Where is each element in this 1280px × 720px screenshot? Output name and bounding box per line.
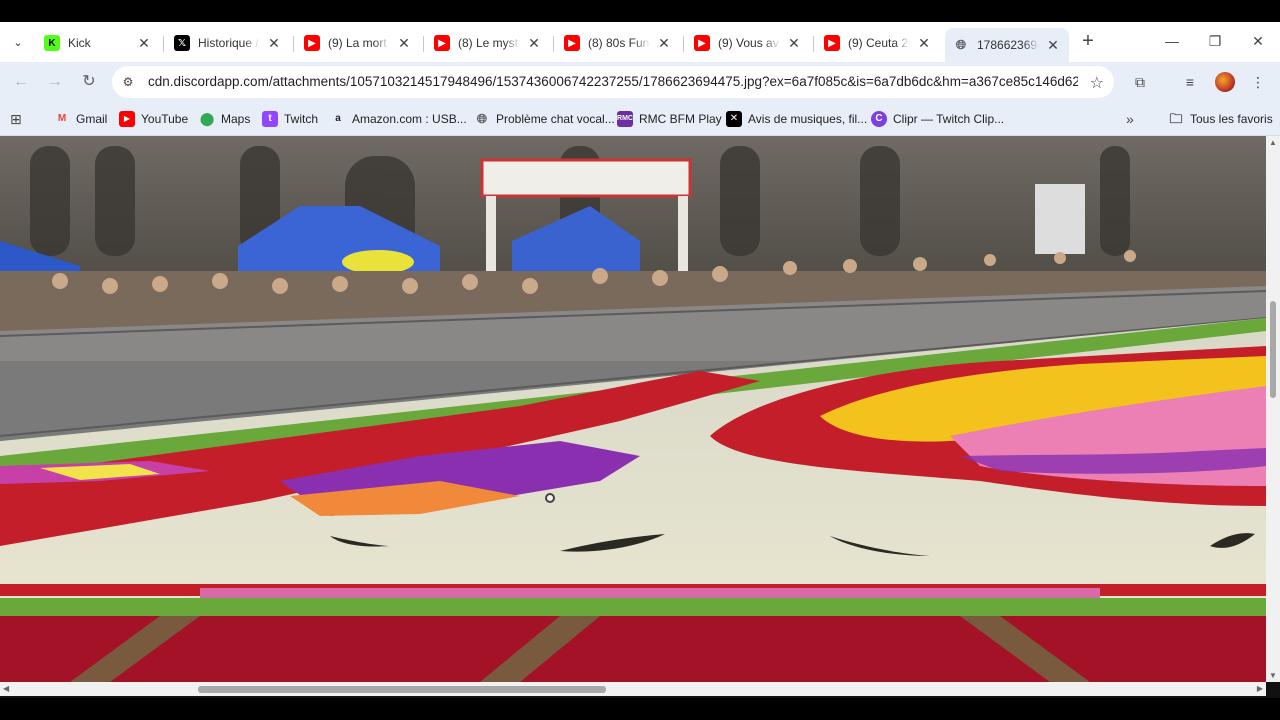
tab-youtube-1[interactable]: ▶ (9) La mort d ✕ bbox=[296, 28, 420, 58]
youtube-icon: ▶ bbox=[304, 35, 320, 51]
tab-youtube-5[interactable]: ▶ (9) Ceuta 20 ✕ bbox=[816, 28, 940, 58]
tab-title: 178662369447 bbox=[977, 38, 1039, 52]
bookmark-probleme-chat[interactable]: 🌐︎ Problème chat vocal... bbox=[474, 109, 615, 129]
globe-icon: 🌐︎ bbox=[476, 111, 488, 126]
tab-strip: ⌄ K Kick ✕ 𝕏 Historique / ✕ ▶ (9) La mor… bbox=[0, 22, 1280, 62]
tab-search-icon[interactable]: ⌄ bbox=[6, 30, 30, 54]
all-bookmarks-label: Tous les favoris bbox=[1190, 112, 1273, 126]
globe-icon: 🌐︎ bbox=[955, 37, 967, 52]
more-bookmarks-icon[interactable]: » bbox=[1126, 109, 1134, 129]
bookmark-label: Avis de musiques, fil... bbox=[748, 112, 868, 126]
flower-carpet-photo[interactable] bbox=[0, 136, 1266, 682]
bookmark-label: RMC BFM Play bbox=[639, 112, 722, 126]
close-icon[interactable]: ✕ bbox=[136, 35, 152, 51]
site-settings-icon[interactable]: ⚙ bbox=[120, 74, 136, 90]
amazon-icon: a bbox=[335, 113, 341, 124]
youtube-icon: ▶ bbox=[694, 35, 710, 51]
tab-title: (9) La mort d bbox=[328, 36, 390, 50]
profile-avatar[interactable] bbox=[1215, 72, 1235, 92]
bookmark-label: Twitch bbox=[284, 112, 319, 126]
address-bar[interactable]: ⚙ cdn.discordapp.com/attachments/1057103… bbox=[112, 66, 1114, 98]
youtube-icon: ▶ bbox=[119, 111, 135, 127]
extensions-icon[interactable]: ⧉ bbox=[1128, 70, 1152, 94]
scroll-left-arrow-icon[interactable]: ◀ bbox=[3, 684, 9, 693]
twitch-icon: t bbox=[262, 111, 278, 127]
reload-icon[interactable]: ↻ bbox=[76, 69, 102, 95]
new-tab-button[interactable]: + bbox=[1077, 31, 1099, 53]
tab-title: Historique / bbox=[198, 36, 259, 50]
close-icon[interactable]: ✕ bbox=[266, 35, 282, 51]
youtube-icon: ▶ bbox=[564, 35, 580, 51]
window-close-icon[interactable]: ✕ bbox=[1244, 30, 1272, 52]
url-text[interactable]: cdn.discordapp.com/attachments/105710321… bbox=[148, 66, 1078, 98]
bookmark-gmail[interactable]: M Gmail bbox=[54, 109, 108, 129]
bookmark-label: Clipr — Twitch Clip... bbox=[893, 112, 1005, 126]
x-icon: 𝕏 bbox=[174, 35, 190, 51]
bookmark-label: Amazon.com : USB... bbox=[352, 112, 467, 126]
scroll-down-arrow-icon[interactable]: ▼ bbox=[1268, 671, 1278, 680]
horizontal-scroll-thumb[interactable] bbox=[198, 686, 606, 693]
close-icon[interactable]: ✕ bbox=[786, 35, 802, 51]
back-arrow-icon[interactable]: ← bbox=[8, 69, 34, 95]
close-icon[interactable]: ✕ bbox=[1045, 37, 1061, 53]
tab-historique[interactable]: 𝕏 Historique / ✕ bbox=[166, 28, 290, 58]
bookmark-avis[interactable]: ✕ Avis de musiques, fil... bbox=[726, 109, 867, 129]
bookmark-amazon[interactable]: a Amazon.com : USB... bbox=[330, 109, 467, 129]
restore-icon[interactable]: ❐ bbox=[1201, 30, 1229, 52]
imdb-icon: ✕ bbox=[726, 111, 742, 127]
bottom-black-bar bbox=[0, 698, 1280, 720]
mouse-cursor bbox=[545, 493, 555, 503]
tab-active-image[interactable]: 🌐︎ 178662369447 ✕ bbox=[945, 28, 1069, 62]
menu-kebab-icon[interactable]: ⋮ bbox=[1246, 70, 1270, 94]
clipr-icon: C bbox=[871, 111, 887, 127]
bookmark-maps[interactable]: ⬤ Maps bbox=[199, 109, 251, 129]
close-icon[interactable]: ✕ bbox=[396, 35, 412, 51]
forward-arrow-icon[interactable]: → bbox=[42, 69, 68, 95]
bookmark-label: Maps bbox=[221, 112, 251, 126]
tab-title: (8) 80s Funk bbox=[588, 36, 650, 50]
scroll-right-arrow-icon[interactable]: ▶ bbox=[1257, 684, 1263, 693]
image-viewport: ▲ ▼ ◀ ▶ bbox=[0, 136, 1280, 698]
bookmark-label: Problème chat vocal... bbox=[496, 112, 615, 126]
vertical-scroll-thumb[interactable] bbox=[1270, 301, 1276, 398]
bookmark-label: Gmail bbox=[76, 112, 108, 126]
all-bookmarks-folder[interactable]: 🗀 Tous les favoris bbox=[1168, 109, 1273, 129]
bookmark-rmc[interactable]: RMC RMC BFM Play bbox=[617, 109, 722, 129]
tab-title: (8) Le mystè bbox=[458, 36, 520, 50]
tab-title: (9) Vous ave bbox=[718, 36, 780, 50]
bookmark-youtube[interactable]: ▶ YouTube bbox=[119, 109, 188, 129]
tab-youtube-2[interactable]: ▶ (8) Le mystè ✕ bbox=[426, 28, 550, 58]
minimize-icon[interactable]: — bbox=[1158, 30, 1186, 52]
bookmark-twitch[interactable]: t Twitch bbox=[262, 109, 318, 129]
bookmark-star-icon[interactable]: ☆ bbox=[1090, 73, 1104, 93]
youtube-icon: ▶ bbox=[434, 35, 450, 51]
maps-icon: ⬤ bbox=[199, 111, 215, 126]
toolbar: ← → ↻ ⚙ cdn.discordapp.com/attachments/1… bbox=[0, 62, 1280, 102]
rmc-icon: RMC bbox=[617, 111, 633, 127]
close-icon[interactable]: ✕ bbox=[916, 35, 932, 51]
vertical-scrollbar[interactable]: ▲ ▼ bbox=[1266, 136, 1280, 682]
apps-grid-icon[interactable]: ⊞ bbox=[10, 109, 22, 129]
browser-chrome: ⌄ K Kick ✕ 𝕏 Historique / ✕ ▶ (9) La mor… bbox=[0, 22, 1280, 136]
bookmark-clipr[interactable]: C Clipr — Twitch Clip... bbox=[871, 109, 1004, 129]
tab-youtube-4[interactable]: ▶ (9) Vous ave ✕ bbox=[686, 28, 810, 58]
tab-youtube-3[interactable]: ▶ (8) 80s Funk ✕ bbox=[556, 28, 680, 58]
scroll-up-arrow-icon[interactable]: ▲ bbox=[1268, 138, 1278, 147]
bookmarks-bar: ⊞ M Gmail ▶ YouTube ⬤ Maps t Twitch a Am… bbox=[0, 102, 1280, 136]
tab-title: Kick bbox=[68, 36, 91, 50]
horizontal-scrollbar[interactable]: ◀ ▶ bbox=[0, 682, 1266, 696]
tab-title: (9) Ceuta 20 bbox=[848, 36, 910, 50]
bookmark-label: YouTube bbox=[141, 112, 189, 126]
youtube-icon: ▶ bbox=[824, 35, 840, 51]
close-icon[interactable]: ✕ bbox=[656, 35, 672, 51]
gmail-icon: M bbox=[57, 113, 67, 124]
tab-kick[interactable]: K Kick ✕ bbox=[36, 28, 160, 58]
top-black-bar bbox=[0, 0, 1280, 22]
folder-icon: 🗀 bbox=[1169, 111, 1183, 126]
kick-icon: K bbox=[44, 35, 60, 51]
media-control-icon[interactable]: ≡ bbox=[1178, 70, 1202, 94]
close-icon[interactable]: ✕ bbox=[526, 35, 542, 51]
